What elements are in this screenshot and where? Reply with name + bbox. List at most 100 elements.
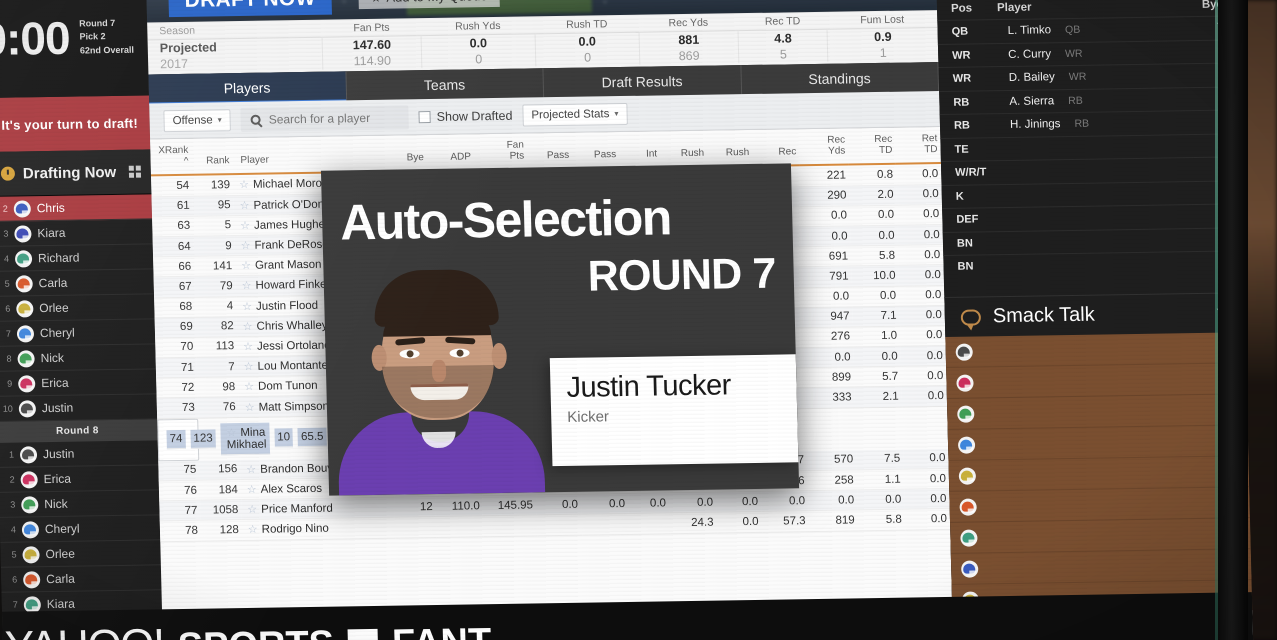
stats-mode-select[interactable]: Projected Stats ▾ (522, 102, 628, 127)
players-col-rec[interactable]: Rec (751, 129, 800, 167)
draft-order-row[interactable]: 7 Cheryl (0, 319, 156, 347)
caret-up-icon: ^ (183, 156, 189, 168)
players-col-int[interactable]: Int (618, 131, 661, 169)
draft-order-row[interactable]: 8 Nick (0, 344, 156, 372)
player-cell-rettd: 0.0 (904, 488, 950, 510)
draft-now-button[interactable]: DRAFT NOW (168, 0, 333, 18)
player-cell-rank: 128 (200, 519, 243, 541)
draft-order-row[interactable]: 2 Erica (0, 465, 159, 493)
manager-name: Cheryl (44, 521, 80, 537)
helmet-icon (958, 466, 977, 485)
smack-talk-header[interactable]: Smack Talk (944, 292, 1246, 337)
star-outline-icon[interactable]: ☆ (241, 240, 251, 252)
draft-order-row[interactable]: 6 Orlee (0, 294, 155, 322)
players-col-fan-pts[interactable]: Fan Pts (473, 133, 528, 171)
helmet-icon (14, 249, 33, 268)
tab-standings[interactable]: Standings (740, 62, 940, 95)
draft-order-row[interactable]: 5 Orlee (0, 540, 161, 568)
helmet-icon (955, 343, 973, 361)
roster-row[interactable]: BN (943, 250, 1244, 279)
draft-order-row[interactable]: 10 Justin (0, 394, 158, 422)
manager-name: Erica (41, 375, 69, 391)
players-col-player[interactable]: Player (231, 135, 387, 175)
players-col-adp[interactable]: ADP (426, 134, 475, 172)
star-outline-icon[interactable]: ☆ (247, 504, 257, 516)
roster-player-tag: RB (1074, 117, 1090, 131)
star-outline-icon[interactable]: ☆ (242, 280, 252, 292)
star-outline-icon[interactable]: ☆ (244, 381, 254, 393)
next-round-separator: Round 8 (0, 419, 158, 443)
roster-player: H. Jinings RB (1000, 116, 1192, 131)
roster-player (1004, 263, 1196, 266)
star-outline-icon[interactable]: ☆ (244, 361, 254, 373)
helmet-icon (13, 199, 32, 218)
star-outline-icon[interactable]: ☆ (247, 484, 257, 496)
star-outline-icon[interactable]: ☆ (243, 321, 253, 333)
draft-order-row[interactable]: 3 Nick (0, 490, 160, 518)
star-outline-icon[interactable]: ☆ (239, 200, 249, 212)
star-outline-icon[interactable]: ☆ (245, 401, 255, 413)
players-col-rank[interactable]: Rank (191, 138, 233, 176)
player-cell-rettd: 0.0 (899, 325, 946, 347)
players-col-pass[interactable]: Pass (526, 132, 573, 170)
star-outline-icon[interactable]: ☆ (241, 260, 251, 272)
player-cell-xrank: 70 (155, 337, 197, 358)
helmet-icon (957, 405, 975, 423)
smack-message-row (948, 456, 1250, 492)
player-cell-rectd: 7.1 (852, 305, 900, 327)
draft-order-row[interactable]: 6 Carla (0, 565, 162, 593)
star-outline-icon[interactable]: ☆ (246, 464, 256, 476)
pick-number: 4 (10, 524, 17, 535)
star-outline-icon[interactable]: ☆ (240, 220, 250, 232)
draft-order-row[interactable]: 4 Richard (0, 244, 154, 272)
players-col-rush[interactable]: Rush (659, 130, 708, 168)
show-drafted-toggle[interactable]: Show Drafted (418, 108, 513, 123)
smack-talk-messages[interactable] (945, 332, 1253, 615)
tab-players[interactable]: Players (148, 71, 347, 104)
star-outline-icon[interactable]: ☆ (239, 179, 249, 191)
draft-order-row[interactable]: 2 Chris (0, 194, 153, 222)
pick-number: 5 (4, 278, 10, 289)
draft-order-row[interactable]: 9 Erica (0, 369, 157, 397)
auto-selection-name-card: Justin Tucker Kicker (549, 354, 799, 467)
pick-label: Pick 2 (79, 31, 106, 43)
players-col-rush[interactable]: Rush (706, 129, 753, 168)
search-input[interactable] (268, 110, 399, 127)
grid-icon[interactable] (128, 165, 142, 178)
player-cell-pass2 (581, 513, 629, 535)
player-cell-recyds: 0.0 (807, 490, 858, 511)
star-outline-icon[interactable]: ☆ (242, 300, 252, 312)
draft-order-row[interactable]: 3 Kiara (0, 219, 153, 247)
players-col-rec-yds[interactable]: Rec Yds (798, 128, 849, 166)
players-col-bye[interactable]: Bye (385, 135, 428, 173)
manager-name: Erica (43, 471, 72, 487)
player-cell-rectd: 1.1 (856, 469, 905, 491)
star-outline-icon[interactable]: ☆ (248, 524, 258, 536)
players-col-xrank[interactable]: XRank ^ (150, 138, 192, 176)
stats-mode-value: Projected Stats (531, 107, 610, 121)
roster-player: A. Sierra RB (999, 93, 1191, 108)
manager-name: Orlee (39, 300, 69, 316)
star-outline-icon[interactable]: ☆ (226, 427, 236, 439)
drafting-now-header[interactable]: Drafting Now (0, 149, 152, 197)
draft-order-row[interactable]: 5 Carla (0, 269, 155, 297)
player-name: Chris Whalley (256, 319, 328, 333)
players-col-pass[interactable]: Pass (571, 132, 620, 170)
draft-order-row[interactable]: 1 Justin (0, 440, 159, 468)
roster-player-name: H. Jinings (1009, 118, 1061, 132)
show-drafted-checkbox[interactable] (418, 110, 431, 123)
star-outline-icon[interactable]: ☆ (243, 341, 253, 353)
helmet-icon (21, 520, 40, 538)
search-box[interactable] (240, 104, 409, 132)
player-row[interactable]: 74123☆Mina Mikhael1065.5130.280.00.00.00… (157, 418, 626, 462)
draft-order-row[interactable]: 4 Cheryl (0, 515, 161, 543)
player-headshot (331, 262, 547, 496)
roster-player (1001, 146, 1193, 149)
player-cell-recyds: 0.0 (802, 286, 853, 308)
position-filter-select[interactable]: Offense ▾ (163, 108, 231, 132)
tab-teams[interactable]: Teams (345, 68, 545, 101)
pick-meta: Round 7 Pick 2 62nd Overall (79, 17, 134, 57)
tab-draft-results[interactable]: Draft Results (543, 65, 742, 98)
players-col-ret-td[interactable]: Ret TD (894, 127, 941, 165)
players-col-rec-td[interactable]: Rec TD (847, 127, 896, 165)
